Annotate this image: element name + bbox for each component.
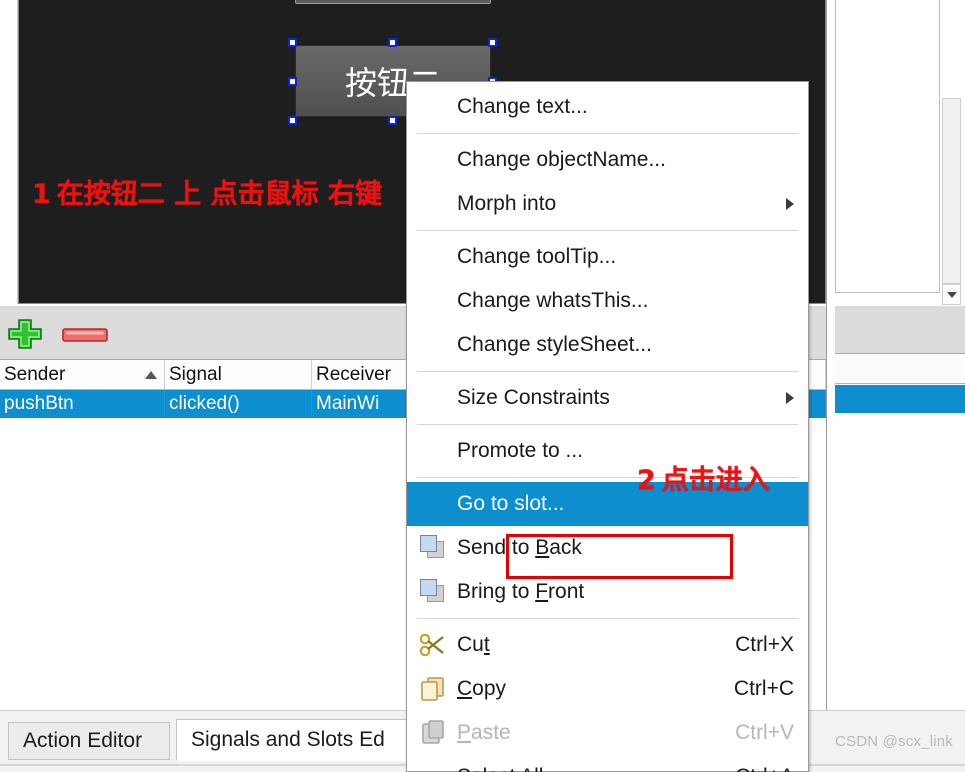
toolbar-right-continuation xyxy=(835,306,965,354)
menu-item-cut-label: Cut xyxy=(457,633,490,656)
right-dock-list[interactable] xyxy=(835,0,940,293)
submenu-arrow-icon xyxy=(786,198,794,210)
menu-item-change-text-label: Change text... xyxy=(457,95,588,118)
annotation-step-2-text: 点击进入 xyxy=(661,465,770,496)
header-right-continuation xyxy=(835,355,965,384)
tab-action-editor[interactable]: Action Editor xyxy=(8,722,170,760)
menu-item-size-constraints[interactable]: Size Constraints xyxy=(407,376,808,420)
column-header-sender[interactable]: Sender xyxy=(0,360,165,389)
tab-signals-and-slots-editor-label: Signals and Slots Ed xyxy=(191,728,385,751)
row-right-continuation xyxy=(835,385,965,413)
menu-separator xyxy=(417,424,798,425)
menu-item-change-tooltip-label: Change toolTip... xyxy=(457,245,617,268)
bottom-dock-right-edge xyxy=(826,306,965,772)
copy-icon xyxy=(419,675,447,703)
paste-icon xyxy=(419,719,447,747)
tab-signals-and-slots-editor[interactable]: Signals and Slots Ed xyxy=(176,719,420,761)
submenu-arrow-icon xyxy=(786,392,794,404)
selection-handle-bottom-center[interactable] xyxy=(388,116,397,125)
body-right-continuation xyxy=(835,413,965,710)
app-window: 按钮二 1 在按钮二 上 点击鼠标 右键 Sender Signal Recei… xyxy=(0,0,965,772)
column-header-signal-label: Signal xyxy=(169,363,222,385)
menu-item-change-stylesheet-label: Change styleSheet... xyxy=(457,333,652,356)
menu-item-change-objectname-label: Change objectName... xyxy=(457,148,666,171)
send-to-back-icon xyxy=(419,534,447,562)
canvas-left-margin xyxy=(0,0,18,304)
chevron-down-icon xyxy=(946,291,957,298)
plus-icon[interactable] xyxy=(6,318,44,350)
menu-item-change-stylesheet[interactable]: Change styleSheet... xyxy=(407,323,808,367)
right-dock-panel xyxy=(826,0,965,306)
selection-handle-bottom-left[interactable] xyxy=(288,116,297,125)
menu-item-select-all-label: Select All xyxy=(457,765,715,772)
partial-widget-top[interactable] xyxy=(295,0,491,4)
selection-handle-top-center[interactable] xyxy=(388,38,397,47)
menu-item-select-all[interactable]: Select All Ctrl+A xyxy=(407,755,808,772)
menu-item-change-objectname[interactable]: Change objectName... xyxy=(407,138,808,182)
menu-item-bring-to-front-label: Bring to Front xyxy=(457,580,585,603)
menu-separator xyxy=(417,618,798,619)
right-dock-scrollbar[interactable] xyxy=(942,98,961,284)
right-dock-inner xyxy=(826,0,965,306)
column-header-signal[interactable]: Signal xyxy=(165,360,312,389)
watermark: CSDN @scx_link xyxy=(834,733,953,750)
menu-item-copy[interactable]: Copy Ctrl+C xyxy=(407,667,808,711)
menu-item-paste-label: Paste xyxy=(457,721,511,744)
menu-item-paste[interactable]: Paste Ctrl+V xyxy=(407,711,808,755)
menu-separator xyxy=(417,371,798,372)
menu-item-bring-to-front[interactable]: Bring to Front xyxy=(407,570,808,614)
menu-item-select-all-shortcut: Ctrl+A xyxy=(715,765,794,772)
menu-item-change-text[interactable]: Change text... xyxy=(407,85,808,129)
cell-sender[interactable]: pushBtn xyxy=(0,390,165,418)
annotation-step-1-text: 在按钮二 上 点击鼠标 右键 xyxy=(56,179,382,210)
cell-signal[interactable]: clicked() xyxy=(165,390,312,418)
selection-handle-middle-left[interactable] xyxy=(288,77,297,86)
column-header-receiver-label: Receiver xyxy=(316,363,391,385)
menu-item-cut[interactable]: Cut Ctrl+X xyxy=(407,623,808,667)
tab-action-editor-label: Action Editor xyxy=(23,729,143,752)
menu-item-send-to-back[interactable]: Send to Back xyxy=(407,526,808,570)
menu-item-send-to-back-label: Send to Back xyxy=(457,536,582,559)
column-header-sender-label: Sender xyxy=(4,363,66,385)
annotation-step-2: 2 点击进入 xyxy=(637,458,770,497)
menu-item-cut-shortcut: Ctrl+X xyxy=(735,633,794,656)
annotation-step-1-number: 1 xyxy=(32,179,51,210)
menu-item-change-whatsthis[interactable]: Change whatsThis... xyxy=(407,279,808,323)
selection-handle-top-left[interactable] xyxy=(288,38,297,47)
menu-item-copy-label: Copy xyxy=(457,677,507,700)
bring-to-front-icon xyxy=(419,578,447,606)
menu-item-copy-shortcut: Ctrl+C xyxy=(733,677,794,700)
menu-item-morph-into-label: Morph into xyxy=(457,192,557,215)
menu-item-change-tooltip[interactable]: Change toolTip... xyxy=(407,235,808,279)
annotation-step-1: 1 在按钮二 上 点击鼠标 右键 xyxy=(32,172,382,211)
menu-item-change-whatsthis-label: Change whatsThis... xyxy=(457,289,649,312)
scissors-icon xyxy=(419,631,447,659)
menu-item-morph-into[interactable]: Morph into xyxy=(407,182,808,226)
selection-handle-top-right[interactable] xyxy=(488,38,497,47)
menu-item-size-constraints-label: Size Constraints xyxy=(457,386,610,409)
context-menu[interactable]: Change text... Change objectName... Morp… xyxy=(406,81,809,772)
scroll-down-arrow-button[interactable] xyxy=(942,284,961,305)
menu-separator xyxy=(417,133,798,134)
menu-item-paste-shortcut: Ctrl+V xyxy=(735,721,794,744)
annotation-step-2-number: 2 xyxy=(637,465,656,496)
minus-icon[interactable] xyxy=(62,328,108,342)
sort-ascending-icon xyxy=(145,371,157,379)
menu-separator xyxy=(417,230,798,231)
